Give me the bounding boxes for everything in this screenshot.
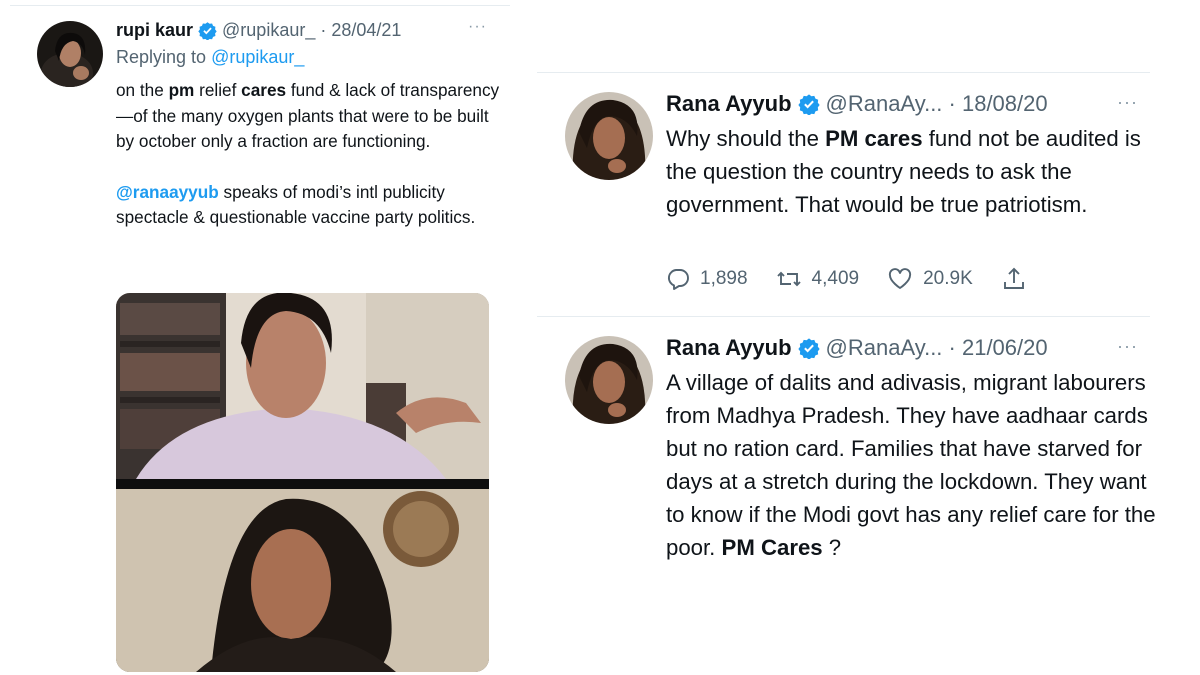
tweet-header: Rana Ayyub @RanaAy... · 18/08/20: [666, 91, 1048, 117]
avatar-rupi-kaur[interactable]: [37, 21, 103, 87]
share-button[interactable]: [1001, 266, 1037, 292]
reply-icon: [668, 269, 689, 290]
heart-icon: [889, 268, 912, 289]
share-icon: [1003, 267, 1024, 289]
author-name[interactable]: Rana Ayyub: [666, 335, 792, 361]
handle-date: @rupikaur_ · 28/04/21: [222, 20, 402, 40]
tweet-paragraph-1: on the pm relief cares fund & lack of tr…: [116, 78, 501, 155]
tweet-rana-ayyub-2[interactable]: Rana Ayyub @RanaAy... · 21/06/20 ··· A v…: [537, 316, 1167, 616]
text-bold: PM cares: [825, 126, 923, 151]
text-bold: PM Cares: [721, 535, 823, 560]
text-segment: Why should the: [666, 126, 826, 151]
tweet-video-media[interactable]: [116, 293, 489, 672]
verified-badge-icon: [198, 21, 217, 40]
avatar-rana-ayyub[interactable]: [565, 92, 653, 180]
retweet-count: 4,409: [811, 268, 860, 289]
like-button[interactable]: 20.9K: [887, 267, 973, 291]
text-segment: ?: [822, 535, 842, 560]
tweet-header: rupi kaur @rupikaur_ · 28/04/21: [116, 20, 401, 41]
text-segment: on the: [116, 80, 169, 100]
author-name[interactable]: rupi kaur: [116, 20, 193, 41]
verified-badge-icon: [797, 93, 820, 115]
replying-prefix: Replying to: [116, 47, 212, 67]
tweet-text: A village of dalits and adivasis, migran…: [666, 366, 1156, 564]
reply-count: 1,898: [700, 268, 748, 289]
like-count: 20.9K: [923, 268, 973, 289]
verified-badge-icon: [797, 337, 820, 359]
author-name[interactable]: Rana Ayyub: [666, 91, 792, 117]
replying-to: Replying to @rupikaur_: [116, 47, 304, 68]
mention-link[interactable]: @ranaayyub: [116, 182, 219, 202]
more-options-icon[interactable]: ···: [1117, 92, 1138, 113]
text-segment: A village of dalits and adivasis, migran…: [666, 370, 1156, 560]
tweet-rupi-kaur[interactable]: rupi kaur @rupikaur_ · 28/04/21 ··· Repl…: [0, 0, 515, 675]
video-frame-bottom: [116, 489, 489, 672]
video-frame-divider: [116, 479, 489, 489]
tweet-header: Rana Ayyub @RanaAy... · 21/06/20: [666, 335, 1048, 361]
more-options-icon[interactable]: ···: [1117, 336, 1138, 357]
text-bold: pm: [168, 80, 195, 100]
reply-button[interactable]: 1,898: [666, 267, 748, 291]
avatar-rana-ayyub[interactable]: [565, 336, 653, 424]
tweet-text: Why should the PM cares fund not be audi…: [666, 122, 1156, 221]
tweet-actions: 1,898 4,409 20.9K: [666, 266, 1065, 292]
video-frame-top: [116, 293, 489, 479]
text-bold: cares: [241, 80, 287, 100]
tweet-rana-ayyub-1[interactable]: Rana Ayyub @RanaAy... · 18/08/20 ··· Why…: [537, 72, 1167, 317]
handle-date: @RanaAy... · 21/06/20: [825, 335, 1048, 360]
retweet-icon: [776, 271, 801, 287]
more-options-icon[interactable]: ···: [468, 18, 487, 36]
text-segment: relief: [194, 80, 242, 100]
tweet-text: on the pm relief cares fund & lack of tr…: [116, 78, 501, 231]
tweet-paragraph-2: @ranaayyub speaks of modi’s intl publici…: [116, 180, 501, 231]
replying-handle-link[interactable]: @rupikaur_: [211, 47, 304, 67]
handle-date: @RanaAy... · 18/08/20: [825, 91, 1048, 116]
retweet-button[interactable]: 4,409: [776, 267, 860, 291]
